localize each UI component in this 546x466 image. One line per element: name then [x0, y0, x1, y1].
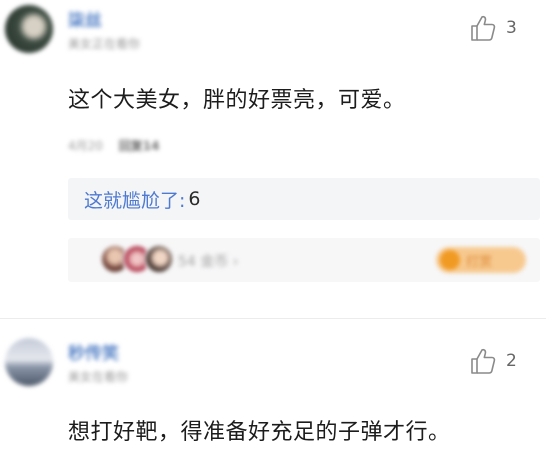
comment-divider	[0, 318, 546, 319]
coin-icon	[440, 250, 460, 270]
reply-author[interactable]: 这就尴尬了:	[84, 186, 185, 213]
reward-bar[interactable]: 54 金币 › 打赏	[68, 238, 540, 282]
comment-meta: 美女在看你	[68, 370, 129, 384]
reward-button[interactable]: 打赏	[436, 247, 526, 273]
avatar[interactable]	[5, 5, 53, 53]
comment-text: 这个大美女，胖的好票亮，可爱。	[68, 88, 406, 113]
comment-feed: 柒丝 美女正在看你 3 这个大美女，胖的好票亮，可爱。 4月20 回复14 这就…	[0, 0, 546, 466]
comment-meta: 美女正在看你	[68, 37, 141, 51]
reward-button-label: 打赏	[466, 255, 493, 270]
reply-preview[interactable]: 这就尴尬了: 6	[68, 178, 540, 220]
thumbs-up-icon	[471, 348, 496, 374]
reward-avatars	[100, 244, 176, 276]
avatar[interactable]	[5, 338, 53, 386]
username[interactable]: 秒传笑	[68, 339, 119, 364]
like-count: 2	[506, 351, 517, 371]
comment-stats: 4月20 回复14	[68, 137, 159, 154]
like-count: 3	[506, 18, 517, 38]
rewarder-avatar	[144, 244, 174, 274]
comment-date: 4月20	[68, 139, 103, 153]
reply-count-link[interactable]: 回复14	[119, 139, 160, 153]
username[interactable]: 柒丝	[68, 6, 102, 31]
reward-count[interactable]: 54 金币 ›	[178, 251, 238, 271]
reply-text: 6	[188, 188, 201, 210]
thumbs-up-icon	[471, 15, 496, 41]
like-button[interactable]: 2	[470, 347, 517, 375]
like-button[interactable]: 3	[470, 14, 517, 42]
comment-text: 想打好靶，得准备好充足的子弹才行。	[68, 420, 451, 445]
